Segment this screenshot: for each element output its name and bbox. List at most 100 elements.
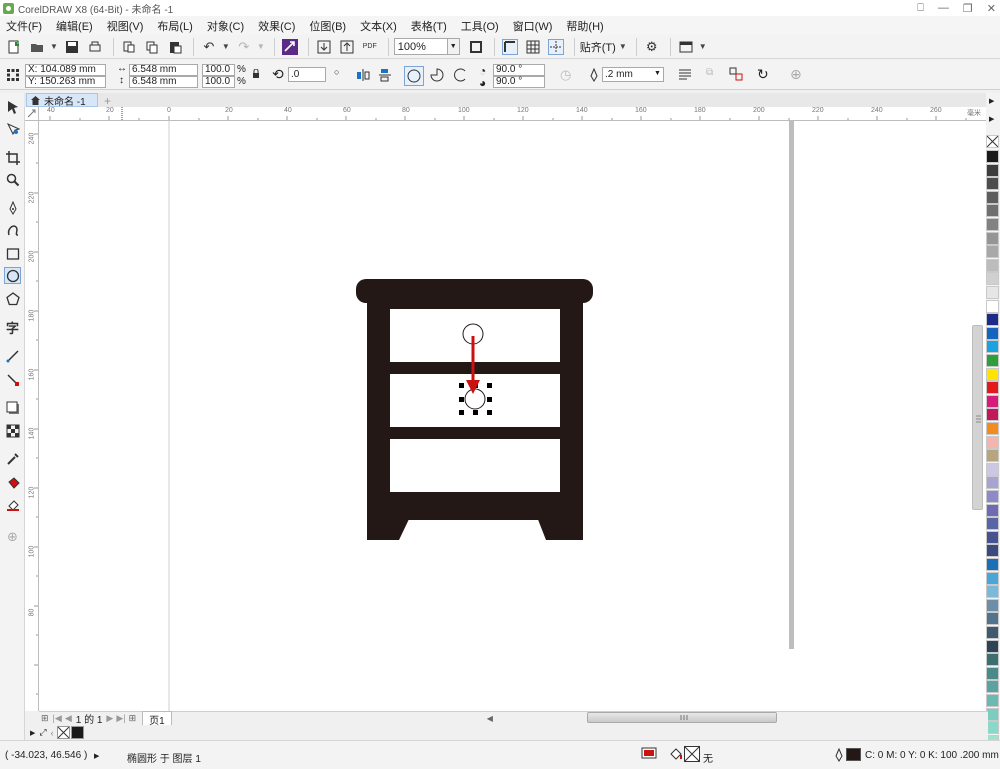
menu-window[interactable]: 窗口(W): [513, 18, 553, 34]
drop-shadow-tool-icon[interactable]: [4, 399, 21, 416]
palette-swatch[interactable]: [986, 435, 999, 449]
rotation-angle-field[interactable]: .0: [288, 67, 326, 82]
zoom-level-select[interactable]: 100% ▼: [393, 38, 460, 55]
width-field[interactable]: 6.548 mm: [129, 64, 198, 76]
palette-scroll-icon[interactable]: ‹: [51, 728, 54, 738]
palette-swatch[interactable]: [986, 422, 999, 435]
palette-swatch[interactable]: [986, 612, 999, 626]
prev-page-icon[interactable]: ◀: [65, 713, 72, 724]
scale-x-field[interactable]: 100.0: [202, 64, 235, 76]
quick-customize-icon[interactable]: ⊕: [4, 528, 21, 545]
menu-object[interactable]: 对象(C): [207, 18, 244, 34]
position-y-field[interactable]: Y: 150.263 mm: [25, 76, 106, 88]
palette-swatch[interactable]: [986, 680, 999, 694]
interactive-fill-tool-icon[interactable]: [4, 474, 21, 491]
direction-toggle-icon[interactable]: ◷: [560, 67, 571, 83]
freehand-tool-icon[interactable]: [4, 199, 21, 216]
palette-swatch[interactable]: [986, 340, 999, 354]
palette-swatch[interactable]: [986, 218, 999, 231]
document-black-swatch[interactable]: [70, 726, 84, 739]
palette-swatch[interactable]: [986, 585, 999, 599]
paste-icon[interactable]: [165, 37, 185, 57]
eyedropper-icon[interactable]: ⤢: [39, 727, 46, 738]
palette-swatch[interactable]: [986, 449, 999, 463]
position-x-field[interactable]: X: 104.089 mm: [25, 64, 106, 76]
connector-tool-icon[interactable]: [4, 371, 21, 388]
add-tab-icon[interactable]: +: [104, 94, 111, 108]
menu-effects[interactable]: 效果(C): [258, 18, 295, 34]
scroll-left-icon[interactable]: ◀: [487, 714, 493, 723]
status-flyout-icon[interactable]: ▶: [94, 752, 99, 760]
parallel-dimension-tool-icon[interactable]: [4, 347, 21, 364]
palette-scroll-up-icon[interactable]: ▶: [989, 97, 994, 105]
palette-swatch[interactable]: [986, 694, 999, 707]
palette-swatch[interactable]: [986, 503, 999, 517]
no-fill-swatch[interactable]: [986, 135, 999, 148]
palette-swatch[interactable]: [986, 381, 999, 395]
mirror-horizontal-icon[interactable]: [356, 68, 370, 85]
palette-swatch[interactable]: [986, 258, 999, 272]
launcher-dropdown-icon[interactable]: ▼: [699, 42, 707, 51]
object-origin-icon[interactable]: [6, 68, 20, 85]
pie-mode-icon[interactable]: [430, 68, 444, 85]
last-page-icon[interactable]: ▶|: [116, 713, 125, 724]
shape-tool-icon[interactable]: [4, 120, 21, 137]
save-icon[interactable]: [62, 37, 82, 57]
palette-swatch[interactable]: [986, 490, 999, 503]
smart-fill-tool-icon[interactable]: [4, 496, 21, 513]
palette-swatch[interactable]: [986, 598, 999, 612]
export-icon[interactable]: [337, 37, 357, 57]
palette-swatch[interactable]: [986, 476, 999, 490]
full-screen-icon[interactable]: [466, 37, 486, 57]
palette-swatch[interactable]: [986, 666, 999, 680]
palette-swatch[interactable]: [986, 626, 999, 639]
account-icon[interactable]: ⎕: [917, 2, 924, 15]
open-folder-icon[interactable]: [27, 37, 47, 57]
undo-icon[interactable]: ↶: [199, 37, 219, 57]
transparency-tool-icon[interactable]: [4, 422, 21, 439]
height-field[interactable]: 6.548 mm: [129, 76, 198, 88]
color-proof-icon[interactable]: [641, 747, 657, 764]
show-grid-icon[interactable]: [523, 37, 543, 57]
menu-help[interactable]: 帮助(H): [566, 18, 603, 34]
horizontal-scrollbar[interactable]: [587, 712, 777, 723]
open-dropdown-icon[interactable]: ▼: [50, 42, 58, 51]
palette-swatch[interactable]: [986, 163, 999, 177]
convert-to-curves-icon[interactable]: [729, 67, 743, 84]
vertical-ruler[interactable]: 240 220 200 180 160 140 120 100 80: [25, 121, 39, 711]
eyedropper-tool-icon[interactable]: [4, 450, 21, 467]
document-palette-flyout-icon[interactable]: ▶: [30, 729, 35, 737]
options-gear-icon[interactable]: ⚙: [642, 37, 662, 57]
add-page-before-icon[interactable]: ⊞: [41, 713, 49, 724]
convert-to-curves-disabled-icon[interactable]: ⧉: [706, 67, 713, 78]
palette-swatch[interactable]: [986, 639, 999, 653]
palette-swatch[interactable]: [986, 558, 999, 571]
rectangle-tool-icon[interactable]: [4, 245, 21, 262]
copy-icon[interactable]: [142, 37, 162, 57]
palette-flyout-icon[interactable]: ▶: [989, 115, 994, 123]
menu-edit[interactable]: 编辑(E): [56, 18, 93, 34]
menu-file[interactable]: 文件(F): [6, 18, 42, 34]
text-wrap-icon[interactable]: [677, 67, 693, 86]
palette-swatch[interactable]: [986, 571, 999, 585]
cut-icon[interactable]: [119, 37, 139, 57]
horizontal-ruler[interactable]: 40 20 0 20 40 60 80 100 120 140 160 180 …: [39, 107, 988, 121]
document-tab[interactable]: 未命名 -1: [26, 93, 98, 108]
palette-swatch[interactable]: [986, 408, 999, 422]
menu-layout[interactable]: 布局(L): [157, 18, 192, 34]
new-document-icon[interactable]: [4, 37, 24, 57]
palette-swatch[interactable]: [986, 190, 999, 204]
close-button[interactable]: ✕: [987, 2, 996, 15]
palette-swatch[interactable]: [986, 150, 999, 163]
show-rulers-icon[interactable]: [500, 37, 520, 57]
zoom-tool-icon[interactable]: [4, 171, 21, 188]
palette-swatch[interactable]: [986, 394, 999, 408]
snap-dropdown-icon[interactable]: ▼: [619, 42, 627, 51]
drawing-canvas[interactable]: [39, 121, 988, 711]
text-tool-icon[interactable]: 字: [4, 319, 21, 336]
crop-tool-icon[interactable]: [4, 149, 21, 166]
scale-y-field[interactable]: 100.0: [202, 76, 235, 88]
vertical-scrollbar[interactable]: [972, 325, 983, 510]
refresh-icon[interactable]: ↻: [757, 66, 769, 83]
document-no-color-swatch[interactable]: [56, 726, 70, 739]
